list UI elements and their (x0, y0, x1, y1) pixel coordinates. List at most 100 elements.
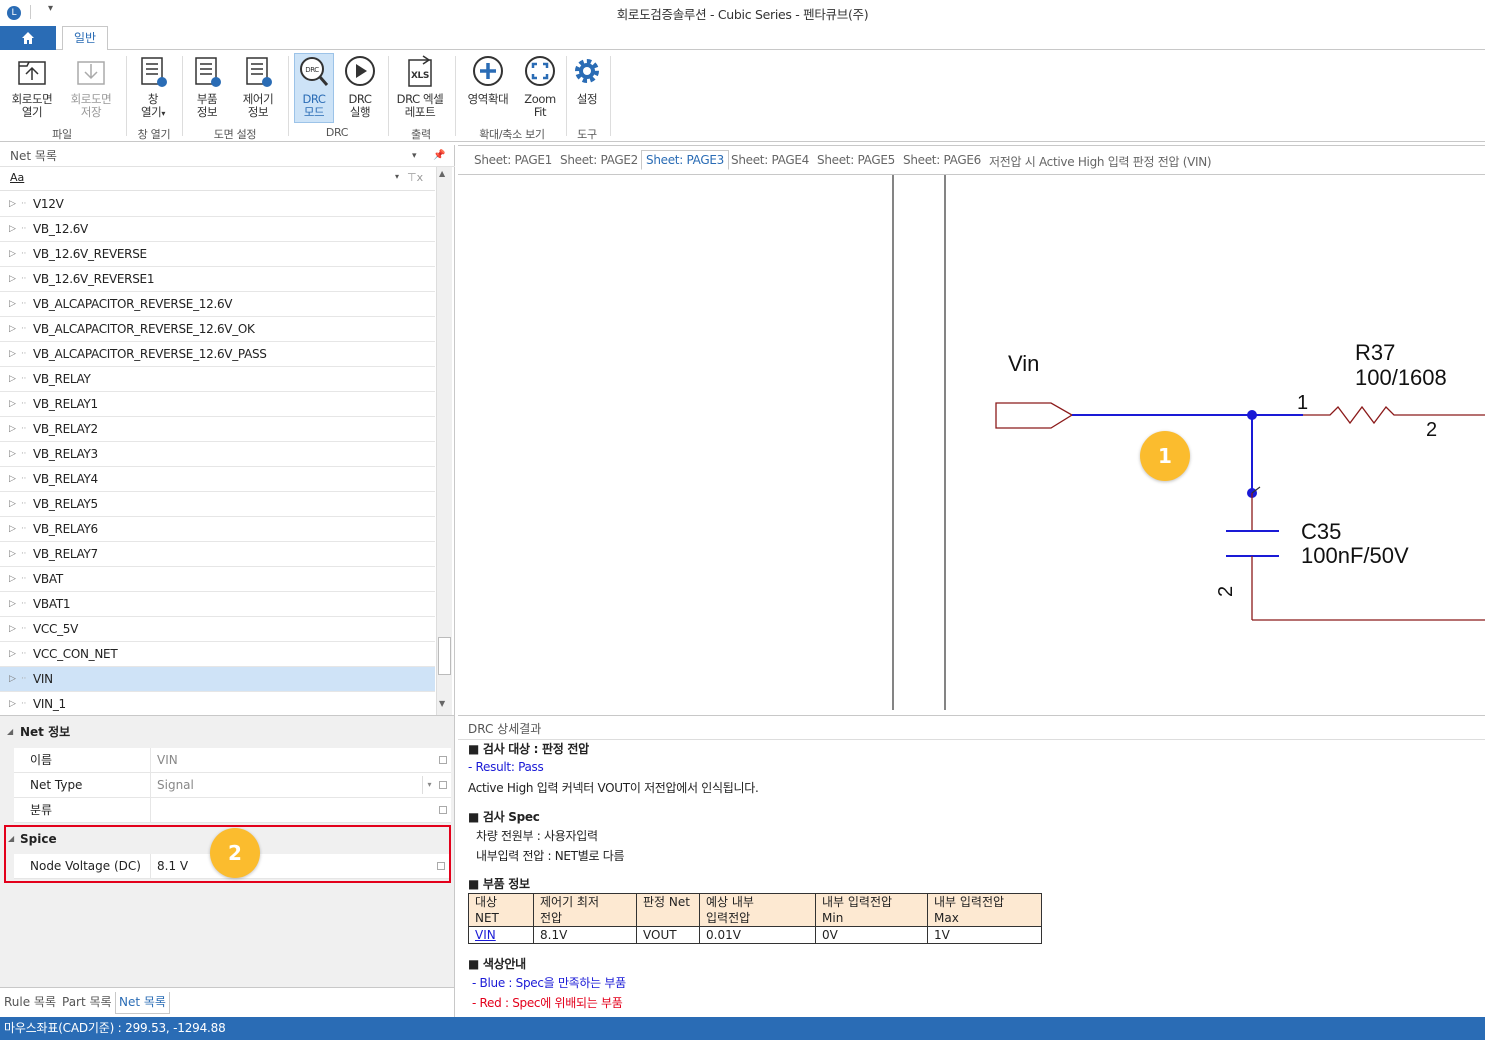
tree-connector-icon: ·· (21, 624, 27, 634)
net-list-item[interactable]: ▷ ·· VCC_5V (0, 617, 435, 642)
expand-arrow-icon[interactable]: ▷ (9, 392, 16, 416)
ribbon: 회로도면 열기 회로도면 저장 파일 창 열기▾ 창 열기 부품 정보 제어기 … (0, 50, 1485, 142)
tab-sheet-page6[interactable]: Sheet: PAGE6 (903, 153, 981, 167)
resistor-pin2-label: 2 (1426, 419, 1437, 441)
expand-arrow-icon[interactable]: ▷ (9, 542, 16, 566)
net-list-item[interactable]: ▷ ·· VB_RELAY1 (0, 392, 435, 417)
filter-row[interactable]: Aa ▾ ⊤x (0, 167, 435, 191)
open-window-button[interactable]: 창 열기▾ (132, 54, 174, 120)
expand-arrow-icon[interactable]: ▷ (9, 567, 16, 591)
home-button[interactable] (0, 26, 56, 50)
expand-arrow-icon[interactable]: ▷ (9, 267, 16, 291)
net-list-item[interactable]: ▷ ·· VB_RELAY3 (0, 442, 435, 467)
tab-part-list[interactable]: Part 목록 (59, 992, 115, 1014)
net-info-category[interactable]: ◢ Net 정보 (0, 720, 451, 744)
prop-row-name[interactable]: 이름 VIN (14, 748, 451, 773)
expand-arrow-icon[interactable]: ▷ (9, 492, 16, 516)
net-list-item[interactable]: ▷ ·· VB_ALCAPACITOR_REVERSE_12.6V (0, 292, 435, 317)
gear-icon (575, 59, 599, 83)
net-list-item[interactable]: ▷ ·· VIN_1 (0, 692, 435, 715)
ribbon-separator (388, 56, 389, 136)
net-properties-panel: ◢ Net 정보 이름 VIN Net Type Signal ▾ 분류 ◢ Spice … (0, 715, 455, 987)
tab-sheet-page5[interactable]: Sheet: PAGE5 (817, 153, 895, 167)
tab-drc-result-vin[interactable]: 저전압 시 Active High 입력 판정 전압 (VIN) (989, 153, 1212, 170)
open-schematic-button[interactable]: 회로도면 열기 (4, 54, 60, 119)
net-list-item[interactable]: ▷ ·· VIN (0, 667, 435, 692)
prop-row-category[interactable]: 분류 (14, 798, 451, 823)
net-list-item[interactable]: ▷ ·· VB_RELAY6 (0, 517, 435, 542)
expand-arrow-icon[interactable]: ▷ (9, 517, 16, 541)
expand-arrow-icon[interactable]: ▷ (9, 417, 16, 441)
drc-mode-button[interactable]: DRC DRC 모드 (294, 53, 334, 123)
tab-sheet-page1[interactable]: Sheet: PAGE1 (474, 153, 552, 167)
net-list-item[interactable]: ▷ ·· VBAT (0, 567, 435, 592)
net-list-item[interactable]: ▷ ·· VB_ALCAPACITOR_REVERSE_12.6V_PASS (0, 342, 435, 367)
net-link[interactable]: VIN (468, 926, 534, 944)
filter-dropdown-icon[interactable]: ▾ (395, 172, 399, 181)
expand-arrow-icon[interactable]: ▷ (9, 292, 16, 316)
zoom-fit-button[interactable]: Zoom Fit (518, 54, 562, 119)
net-list-item[interactable]: ▷ ·· VB_12.6V_REVERSE1 (0, 267, 435, 292)
expand-arrow-icon[interactable]: ▷ (9, 667, 16, 691)
settings-label: 설정 (576, 92, 598, 106)
scroll-down-icon[interactable]: ▼ (439, 699, 445, 708)
tab-rule-list[interactable]: Rule 목록 (1, 992, 59, 1014)
net-list-item[interactable]: ▷ ·· VB_RELAY (0, 367, 435, 392)
expand-arrow-icon[interactable]: ▷ (9, 367, 16, 391)
scroll-up-icon[interactable]: ▲ (439, 169, 445, 178)
panel-dropdown-icon[interactable]: ▾ (412, 145, 417, 167)
net-name: VB_RELAY5 (33, 497, 98, 511)
tab-general[interactable]: 일반 (62, 26, 108, 51)
expand-arrow-icon[interactable]: ▷ (9, 342, 16, 366)
net-list-item[interactable]: ▷ ·· V12V (0, 192, 435, 217)
expand-arrow-icon[interactable]: ▷ (9, 692, 16, 715)
net-list-item[interactable]: ▷ ·· VB_RELAY5 (0, 492, 435, 517)
net-type-select[interactable]: Signal (150, 773, 432, 797)
drc-run-label: DRC 실행 (348, 92, 372, 119)
tab-sheet-page4[interactable]: Sheet: PAGE4 (731, 153, 809, 167)
expand-arrow-icon[interactable]: ▷ (9, 617, 16, 641)
schematic-canvas[interactable]: Vin R37 100/1608 1 2 C35 100nF/50V 2 1 (458, 175, 1485, 710)
save-schematic-button[interactable]: 회로도면 저장 (62, 54, 120, 119)
controller-info-button[interactable]: 제어기 정보 (234, 54, 282, 119)
capacitor-ref-label: C35 (1301, 519, 1341, 544)
expand-arrow-icon[interactable]: ▷ (9, 242, 16, 266)
tab-sheet-page3[interactable]: Sheet: PAGE3 (641, 150, 729, 170)
net-list-scrollbar[interactable]: ▲ ▼ (436, 167, 452, 715)
net-list-item[interactable]: ▷ ·· VB_ALCAPACITOR_REVERSE_12.6V_OK (0, 317, 435, 342)
zoom-area-button[interactable]: 영역확대 (460, 54, 516, 106)
net-list-item[interactable]: ▷ ·· VB_12.6V_REVERSE (0, 242, 435, 267)
net-list-item[interactable]: ▷ ·· VB_RELAY4 (0, 467, 435, 492)
tree-connector-icon: ·· (21, 499, 27, 509)
expand-arrow-icon[interactable]: ▷ (9, 192, 16, 216)
drc-result: - Result: Pass (468, 760, 544, 774)
home-icon (22, 32, 34, 44)
scroll-thumb[interactable] (438, 637, 451, 675)
ribbon-tabs: 일반 (0, 26, 1485, 51)
expand-arrow-icon[interactable]: ▷ (9, 592, 16, 616)
expand-arrow-icon[interactable]: ▷ (9, 467, 16, 491)
net-list-item[interactable]: ▷ ·· VBAT1 (0, 592, 435, 617)
net-list-item[interactable]: ▷ ·· VB_12.6V (0, 217, 435, 242)
expand-arrow-icon[interactable]: ▷ (9, 217, 16, 241)
expand-arrow-icon[interactable]: ▷ (9, 642, 16, 666)
controller-info-icon (246, 57, 272, 87)
pin-icon[interactable]: 📌 (433, 145, 445, 167)
net-list-item[interactable]: ▷ ·· VB_RELAY7 (0, 542, 435, 567)
expand-arrow-icon[interactable]: ▷ (9, 442, 16, 466)
net-list-item[interactable]: ▷ ·· VB_RELAY2 (0, 417, 435, 442)
clear-filter-icon[interactable]: ⊤x (407, 171, 423, 184)
part-info-button[interactable]: 부품 정보 (186, 54, 228, 119)
tab-net-list[interactable]: Net 목록 (115, 992, 170, 1014)
expand-arrow-icon[interactable]: ▷ (9, 317, 16, 341)
settings-button[interactable]: 설정 (568, 54, 606, 106)
vin-port-label: Vin (1008, 351, 1039, 376)
drc-excel-report-button[interactable]: XLS DRC 엑셀 레포트 (392, 54, 448, 119)
tab-sheet-page2[interactable]: Sheet: PAGE2 (560, 153, 638, 167)
prop-row-net-type[interactable]: Net Type Signal ▾ (14, 773, 451, 798)
net-list-item[interactable]: ▷ ·· VCC_CON_NET (0, 642, 435, 667)
select-arrow-icon[interactable]: ▾ (422, 776, 436, 794)
checkbox-icon (439, 756, 447, 764)
drc-results-panel: DRC 상세결과 ■ 검사 대상 : 판정 전압 - Result: Pass … (458, 715, 1485, 1017)
drc-run-button[interactable]: DRC 실행 (340, 54, 380, 119)
